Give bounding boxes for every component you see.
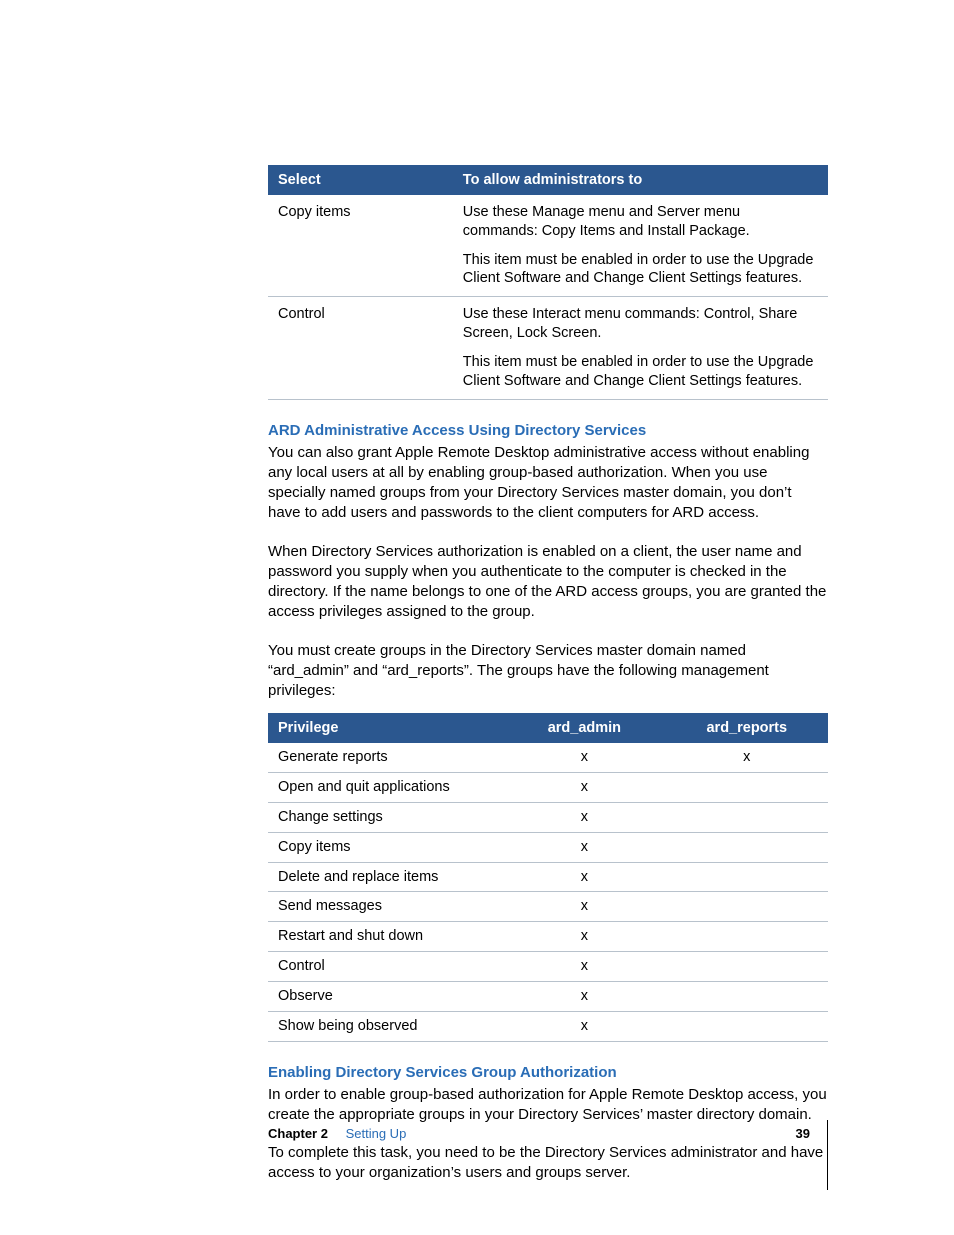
table1-head-select: Select — [268, 165, 453, 195]
paragraph: When Directory Services authorization is… — [268, 542, 828, 623]
privilege-cell: Change settings — [268, 802, 503, 832]
ard-reports-cell — [666, 952, 828, 982]
privilege-cell: Delete and replace items — [268, 862, 503, 892]
page-footer: Chapter 2 Setting Up 39 — [268, 1126, 828, 1141]
ard-admin-cell: x — [503, 862, 665, 892]
ard-admin-cell: x — [503, 802, 665, 832]
table1-cell-select: Copy items — [268, 195, 453, 245]
ard-admin-cell: x — [503, 743, 665, 772]
ard-admin-cell: x — [503, 922, 665, 952]
ard-reports-cell — [666, 1011, 828, 1041]
paragraph: You can also grant Apple Remote Desktop … — [268, 443, 828, 524]
table1-cell-desc: This item must be enabled in order to us… — [453, 347, 828, 399]
table1-cell-select — [268, 347, 453, 399]
privilege-cell: Restart and shut down — [268, 922, 503, 952]
paragraph: In order to enable group-based authoriza… — [268, 1085, 828, 1126]
privilege-cell: Observe — [268, 981, 503, 1011]
table-row: Controlx — [268, 952, 828, 982]
table1-cell-select — [268, 245, 453, 297]
privileges-matrix-table: Privilege ard_admin ard_reports Generate… — [268, 713, 828, 1041]
table-row: Change settingsx — [268, 802, 828, 832]
table1-cell-select: Control — [268, 297, 453, 347]
footer-page-number: 39 — [796, 1126, 810, 1141]
heading-enable-authz: Enabling Directory Services Group Author… — [268, 1064, 828, 1081]
paragraph: You must create groups in the Directory … — [268, 641, 828, 702]
ard-reports-cell: x — [666, 743, 828, 772]
ard-reports-cell — [666, 892, 828, 922]
heading-ard-access: ARD Administrative Access Using Director… — [268, 422, 828, 439]
table2-head-ard-admin: ard_admin — [503, 713, 665, 743]
ard-admin-cell: x — [503, 832, 665, 862]
table-row: Copy itemsx — [268, 832, 828, 862]
footer-chapter-label: Chapter 2 — [268, 1126, 328, 1141]
privilege-cell: Open and quit applications — [268, 773, 503, 803]
ard-reports-cell — [666, 832, 828, 862]
table2-head-privilege: Privilege — [268, 713, 503, 743]
privilege-cell: Send messages — [268, 892, 503, 922]
ard-admin-cell: x — [503, 981, 665, 1011]
table1-head-allow: To allow administrators to — [453, 165, 828, 195]
admin-privileges-table: Select To allow administrators to Copy i… — [268, 165, 828, 400]
paragraph: To complete this task, you need to be th… — [268, 1143, 828, 1184]
ard-reports-cell — [666, 981, 828, 1011]
ard-reports-cell — [666, 773, 828, 803]
ard-admin-cell: x — [503, 892, 665, 922]
ard-admin-cell: x — [503, 773, 665, 803]
table-row: Delete and replace itemsx — [268, 862, 828, 892]
table-row: Open and quit applicationsx — [268, 773, 828, 803]
ard-reports-cell — [666, 922, 828, 952]
page-content: Select To allow administrators to Copy i… — [0, 0, 954, 1235]
ard-reports-cell — [666, 862, 828, 892]
table2-head-ard-reports: ard_reports — [666, 713, 828, 743]
table1-cell-desc: This item must be enabled in order to us… — [453, 245, 828, 297]
table-row: Generate reportsxx — [268, 743, 828, 772]
table1-cell-desc: Use these Manage menu and Server menu co… — [453, 195, 828, 245]
footer-chapter-title: Setting Up — [346, 1126, 407, 1141]
table-row: Send messagesx — [268, 892, 828, 922]
privilege-cell: Control — [268, 952, 503, 982]
privilege-cell: Generate reports — [268, 743, 503, 772]
ard-admin-cell: x — [503, 1011, 665, 1041]
ard-admin-cell: x — [503, 952, 665, 982]
table1-cell-desc: Use these Interact menu commands: Contro… — [453, 297, 828, 347]
privilege-cell: Copy items — [268, 832, 503, 862]
privilege-cell: Show being observed — [268, 1011, 503, 1041]
table-row: Restart and shut downx — [268, 922, 828, 952]
table-row: Show being observedx — [268, 1011, 828, 1041]
table-row: Observex — [268, 981, 828, 1011]
ard-reports-cell — [666, 802, 828, 832]
